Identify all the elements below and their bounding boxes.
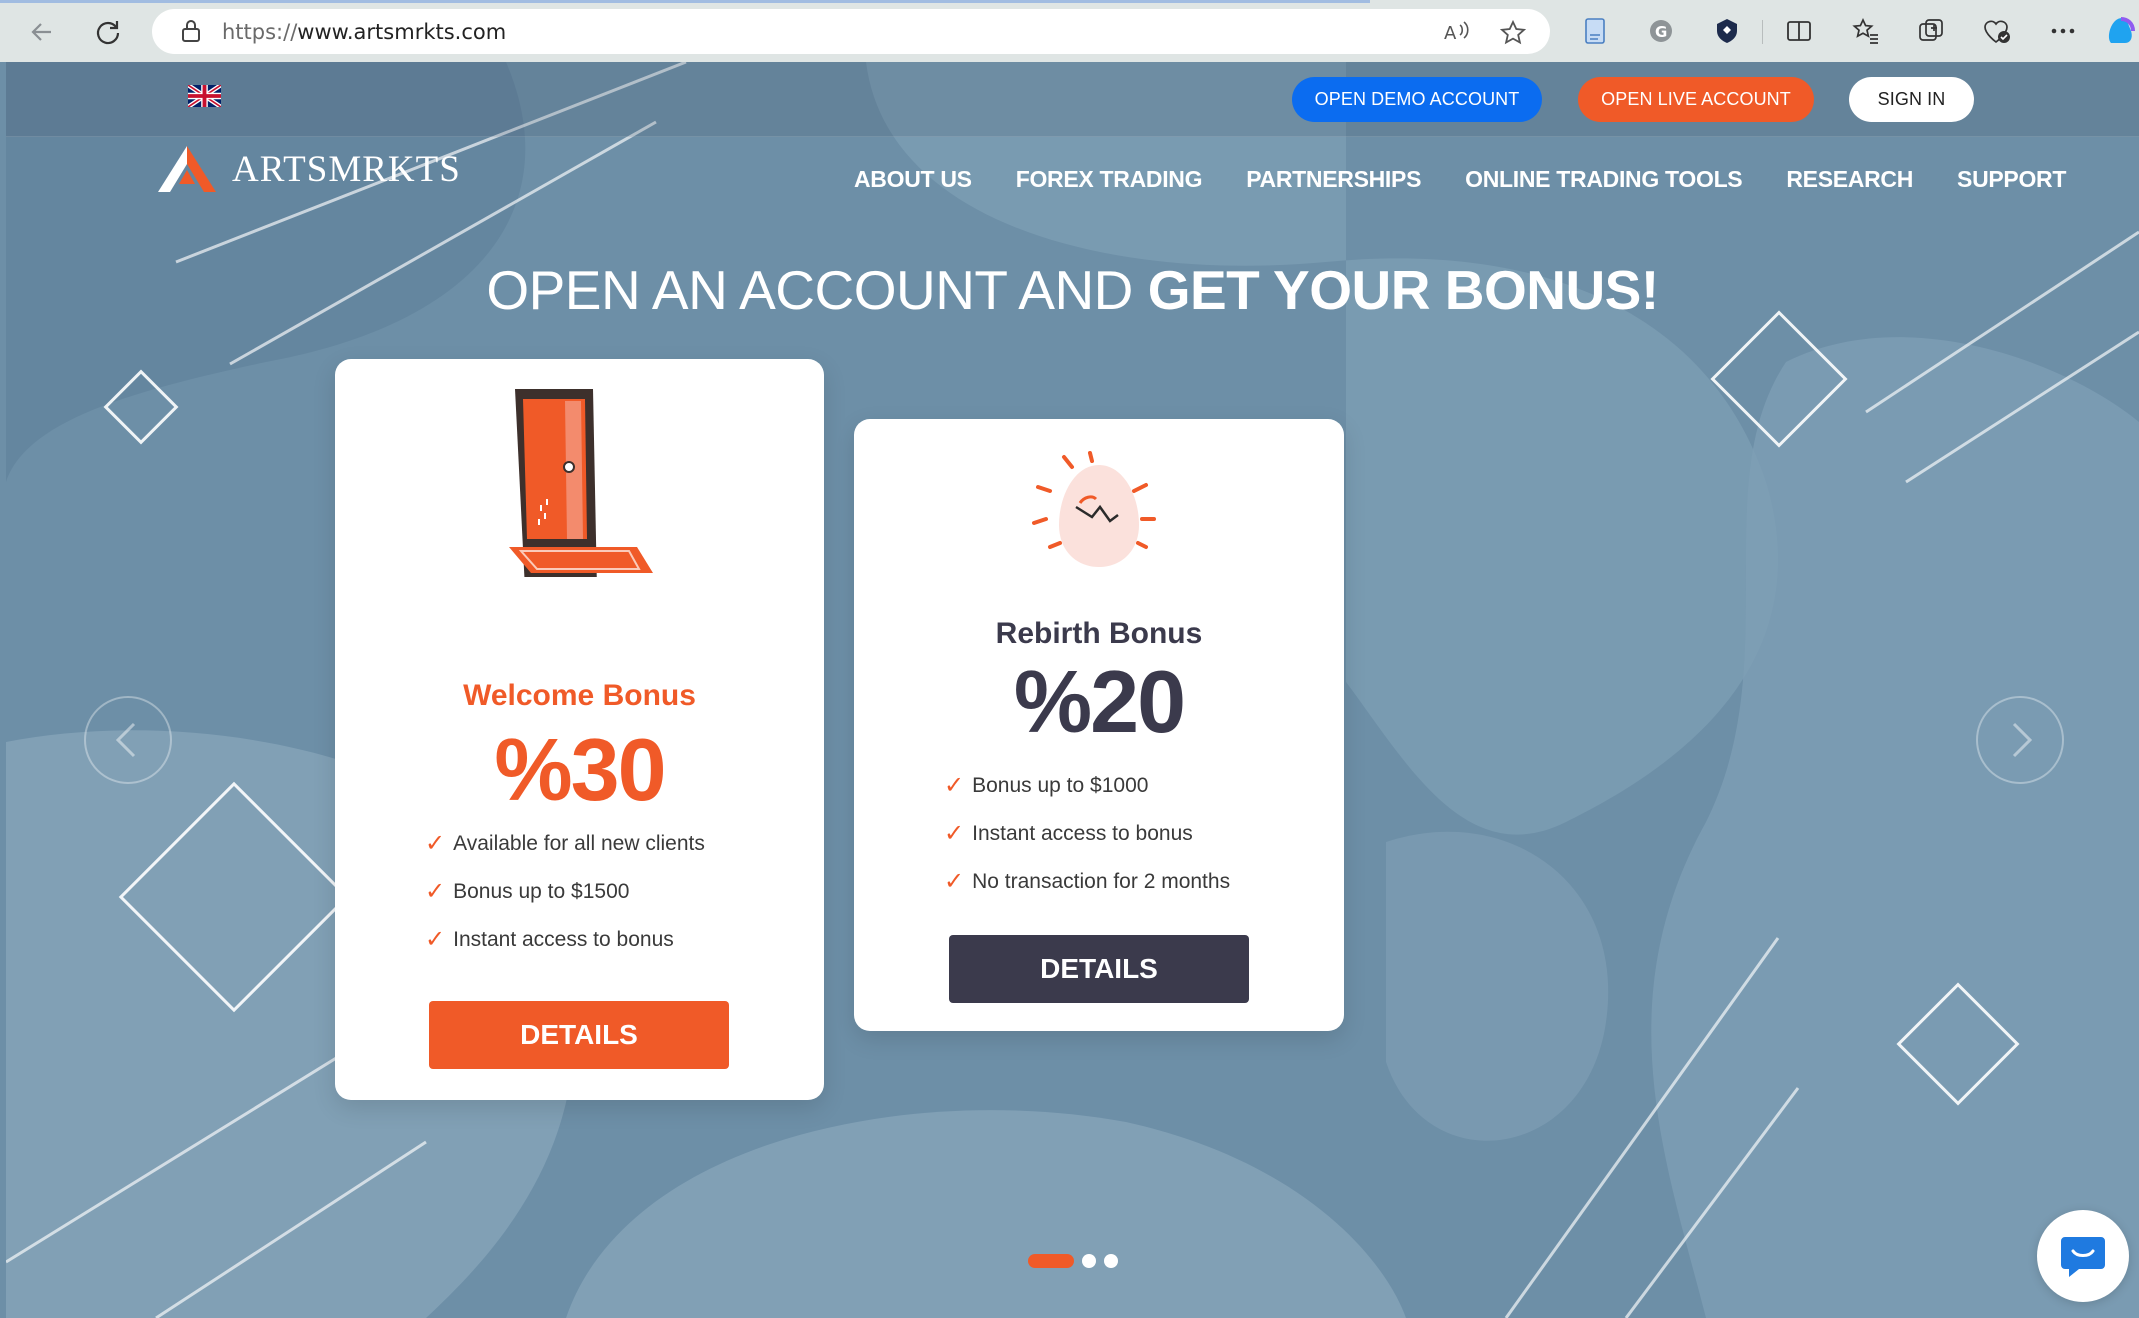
back-arrow-icon[interactable] — [22, 12, 62, 52]
refresh-icon[interactable] — [88, 12, 128, 52]
carousel-pagination — [1028, 1254, 1126, 1268]
check-icon: ✓ — [425, 830, 446, 857]
open-live-account-button[interactable]: OPEN LIVE ACCOUNT — [1578, 77, 1814, 122]
nav-online-trading-tools[interactable]: ONLINE TRADING TOOLS — [1465, 166, 1743, 193]
check-icon: ✓ — [944, 772, 965, 799]
carousel-next-button[interactable] — [1976, 696, 2064, 784]
more-icon[interactable] — [2046, 14, 2080, 48]
performance-icon[interactable] — [1980, 14, 2014, 48]
feature-item: ✓ Instant access to bonus — [425, 926, 674, 953]
carousel-dot[interactable] — [1082, 1254, 1096, 1268]
carousel-dot[interactable] — [1104, 1254, 1118, 1268]
headline-bold: GET YOUR BONUS! — [1147, 259, 1659, 321]
lock-icon[interactable] — [180, 19, 202, 48]
favorite-star-icon[interactable] — [1499, 19, 1527, 52]
carousel-prev-button[interactable] — [84, 696, 172, 784]
split-screen-icon[interactable] — [1782, 14, 1816, 48]
sign-in-button[interactable]: SIGN IN — [1849, 77, 1974, 122]
check-icon: ✓ — [944, 820, 965, 847]
extension-icon[interactable] — [1578, 14, 1612, 48]
favorites-icon[interactable] — [1849, 14, 1883, 48]
live-chat-button[interactable] — [2037, 1210, 2129, 1302]
site-logo[interactable]: ARTSMRKTS — [156, 144, 461, 194]
headline-light: OPEN AN ACCOUNT AND — [486, 259, 1148, 321]
open-door-icon — [509, 389, 653, 577]
check-icon: ✓ — [425, 878, 446, 905]
logo-text: ARTSMRKTS — [232, 148, 461, 190]
read-aloud-icon[interactable]: A — [1442, 19, 1472, 50]
check-icon: ✓ — [944, 868, 965, 895]
page-load-progress — [0, 0, 1370, 3]
logo-mark-icon — [158, 146, 216, 192]
chat-icon — [2061, 1237, 2105, 1277]
rebirth-bonus-card: Rebirth Bonus %20 ✓ Bonus up to $1000 ✓ In… — [854, 419, 1344, 1031]
hero-headline: OPEN AN ACCOUNT AND GET YOUR BONUS! — [6, 258, 2139, 322]
open-demo-account-button[interactable]: OPEN DEMO ACCOUNT — [1292, 77, 1542, 122]
card-percent: %20 — [1013, 652, 1186, 751]
check-icon: ✓ — [425, 926, 446, 953]
nav-research[interactable]: RESEARCH — [1786, 166, 1913, 193]
feature-item: ✓ Bonus up to $1500 — [425, 878, 630, 905]
copilot-icon[interactable] — [2105, 14, 2139, 48]
carousel-dot-active[interactable] — [1028, 1254, 1074, 1268]
grammarly-icon[interactable]: G — [1644, 14, 1678, 48]
feature-item: ✓ Available for all new clients — [425, 830, 705, 857]
svg-text:A: A — [1444, 23, 1457, 44]
nav-forex-trading[interactable]: FOREX TRADING — [1016, 166, 1203, 193]
card-percent: %30 — [494, 720, 666, 819]
rebirth-details-button[interactable]: DETAILS — [949, 935, 1249, 1003]
feature-item: ✓ Bonus up to $1000 — [944, 772, 1149, 799]
card-title: Welcome Bonus — [463, 679, 696, 712]
url-text[interactable]: https://www.artsmrkts.com — [222, 20, 506, 44]
svg-text:G: G — [1655, 23, 1667, 41]
shield-extension-icon[interactable] — [1710, 14, 1744, 48]
feature-item: ✓ Instant access to bonus — [944, 820, 1193, 847]
hatching-egg-icon — [1032, 451, 1156, 567]
nav-about-us[interactable]: ABOUT US — [854, 166, 972, 193]
main-nav: ABOUT US FOREX TRADING PARTNERSHIPS ONLI… — [854, 166, 2110, 193]
chevron-right-icon — [2012, 722, 2033, 758]
nav-partnerships[interactable]: PARTNERSHIPS — [1246, 166, 1421, 193]
collections-icon[interactable] — [1914, 14, 1948, 48]
welcome-bonus-card: Welcome Bonus %30 ✓ Available for all new… — [335, 359, 824, 1100]
address-bar[interactable]: https://www.artsmrkts.com A — [152, 9, 1550, 54]
feature-item: ✓ No transaction for 2 months — [944, 868, 1231, 895]
top-bar: OPEN DEMO ACCOUNT OPEN LIVE ACCOUNT SIGN… — [6, 62, 2139, 137]
website: OPEN DEMO ACCOUNT OPEN LIVE ACCOUNT SIGN… — [6, 62, 2139, 1318]
uk-flag-icon[interactable] — [186, 83, 223, 109]
browser-toolbar: https://www.artsmrkts.com A G — [0, 0, 2139, 62]
welcome-details-button[interactable]: DETAILS — [429, 1001, 729, 1069]
chevron-left-icon — [115, 722, 136, 758]
toolbar-divider — [1762, 20, 1763, 44]
nav-support[interactable]: SUPPORT — [1957, 166, 2066, 193]
card-title: Rebirth Bonus — [995, 617, 1203, 650]
